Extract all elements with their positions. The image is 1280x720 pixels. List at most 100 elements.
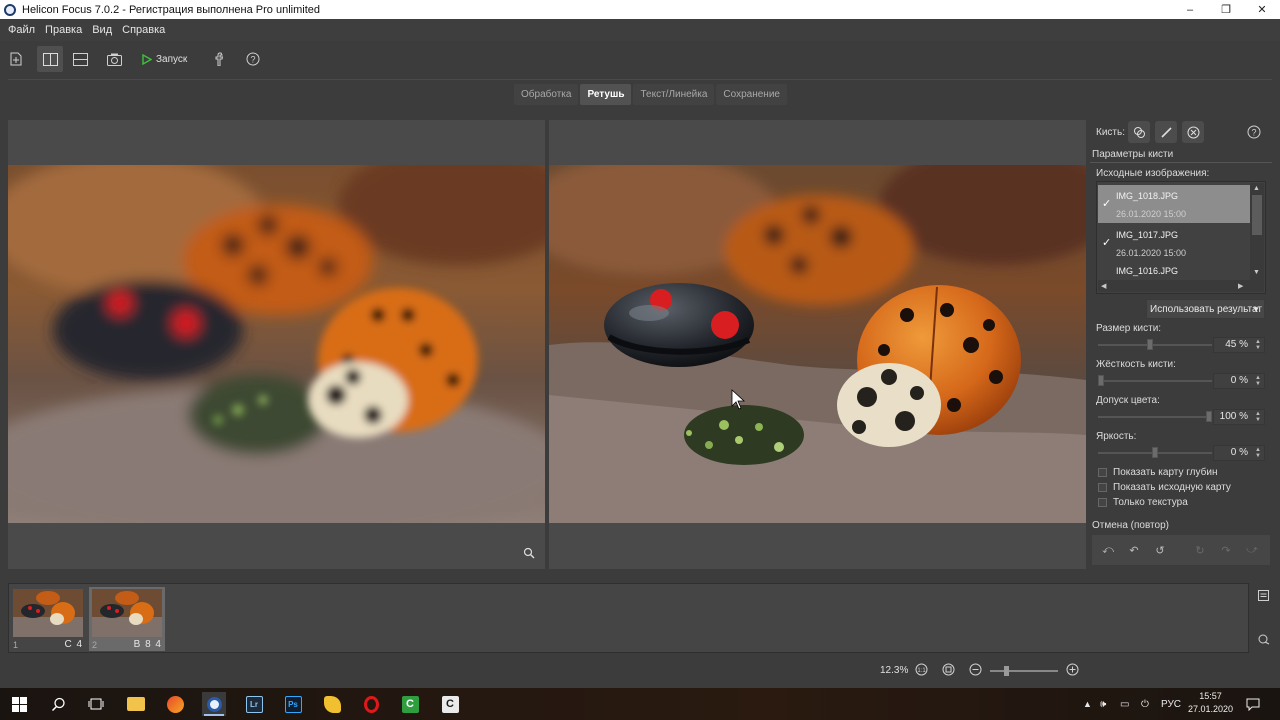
brush-hardness-value[interactable]: 0 % ▲ ▼ [1213,373,1265,389]
retouch-brush-icon[interactable] [1155,121,1177,143]
opera-icon[interactable] [359,692,383,716]
check-icon[interactable]: ✓ [1102,197,1111,210]
export-icon[interactable] [1257,634,1270,648]
svg-text:1:1: 1:1 [917,668,926,674]
camera-icon[interactable] [101,46,127,72]
clock-time: 15:57 [1199,691,1222,701]
notifications-icon[interactable] [1246,688,1260,720]
source-images-heading: Исходные изображения: [1096,168,1210,179]
scroll-thumb[interactable] [1252,195,1262,235]
scroll-right-icon[interactable]: ▶ [1238,282,1243,290]
list-item[interactable]: ✓ IMG_1018.JPG 26.01.2020 15:00 [1098,185,1250,223]
clock[interactable]: 15:57 27.01.2020 [1188,690,1233,716]
run-label: Запуск [156,53,188,65]
color-tolerance-value[interactable]: 100 % ▲ ▼ [1213,409,1265,425]
scroll-up-icon[interactable]: ▲ [1253,185,1260,192]
undo-step-icon[interactable]: ↶ [1124,540,1144,560]
brush-hardness-label: Жёсткость кисти: [1096,359,1176,370]
menu-help[interactable]: Справка [117,24,170,36]
helicon-focus-taskbar-icon[interactable] [202,692,226,716]
menu-view[interactable]: Вид [87,24,117,36]
lightroom-icon[interactable]: Lr [242,692,266,716]
thumb-image [13,589,83,637]
toolbar-divider [8,79,1272,80]
battery-icon[interactable]: ⏻ [1141,688,1149,720]
tab-processing[interactable]: Обработка [514,84,579,105]
zoom-fit-icon[interactable] [523,547,535,562]
undo-icon[interactable]: ↺ [1150,540,1170,560]
source-images-list[interactable]: ✓ IMG_1018.JPG 26.01.2020 15:00 ✓ IMG_10… [1096,181,1266,294]
tab-text-ruler[interactable]: Текст/Линейка [633,84,715,105]
texture-only-checkbox[interactable]: Только текстура [1098,496,1188,509]
windows-start-icon[interactable] [7,692,31,716]
zoom-in-icon[interactable] [1065,662,1079,676]
brightness-label: Яркость: [1096,431,1137,442]
close-button[interactable]: ✕ [1244,0,1280,19]
redo-step-icon: ↷ [1221,544,1231,557]
menu-file[interactable]: Файл [3,24,40,36]
browser-icon[interactable] [163,692,187,716]
scroll-down-icon[interactable]: ▼ [1253,269,1260,276]
source-image-panel[interactable] [8,120,545,569]
section-divider [1090,162,1272,163]
list-item[interactable]: IMG_1016.JPG [1098,263,1250,279]
run-button[interactable]: Запуск [142,50,187,68]
split-view-icon[interactable] [37,46,63,72]
show-source-map-checkbox[interactable]: Показать исходную карту [1098,481,1231,494]
scroll-left-icon[interactable]: ◀ [1101,282,1106,290]
language-indicator[interactable]: РУС [1161,688,1181,720]
help-icon[interactable]: ? [240,46,266,72]
tray-chevron-icon[interactable]: ▲ [1083,688,1092,720]
zoom-fit-window-icon[interactable] [941,662,955,676]
tab-retouch[interactable]: Ретушь [580,84,632,105]
undo-all-icon[interactable]: ⤺ [1098,540,1118,560]
search-icon[interactable] [46,692,70,716]
redo-icon: ↻ [1195,544,1205,557]
brush-label: Кисть: [1096,127,1125,138]
save-list-icon[interactable] [1258,590,1269,604]
toolbar: Запуск ? [0,41,1280,77]
maximize-button[interactable]: ❐ [1208,0,1244,19]
taskbar: Lr Ps C C ▲ 🕪 ▭ ⏻ РУС 15:57 27.01.2020 [0,688,1280,720]
brightness-slider[interactable] [1098,447,1212,458]
brush-hardness-slider[interactable] [1098,375,1212,386]
show-depth-map-checkbox[interactable]: Показать карту глубин [1098,466,1217,479]
list-item[interactable]: ✓ IMG_1017.JPG 26.01.2020 15:00 [1098,224,1250,262]
use-result-dropdown[interactable]: Использовать результат ▼ [1146,299,1265,319]
zoom-out-icon[interactable] [968,662,982,676]
result-image-panel[interactable] [549,120,1086,569]
result-photo[interactable] [549,165,1086,523]
check-icon[interactable]: ✓ [1102,236,1111,249]
undo-toolbar: ⤺ ↶ ↺ ↻ ↷ ⤻ [1092,535,1270,565]
network-icon[interactable]: ▭ [1120,688,1129,720]
task-view-icon[interactable] [84,692,108,716]
brush-size-slider[interactable] [1098,339,1212,350]
minimize-button[interactable]: – [1172,0,1208,19]
tab-saving[interactable]: Сохранение [716,84,787,105]
filmstrip-thumb[interactable]: 1 C 4 [10,587,86,651]
volume-icon[interactable]: 🕪 [1100,688,1106,720]
brightness-value[interactable]: 0 % ▲ ▼ [1213,445,1265,461]
list-horizontal-scrollbar[interactable]: ◀ ▶ [1098,280,1264,292]
eraser-brush-icon[interactable] [1182,121,1204,143]
file-explorer-icon[interactable] [124,692,148,716]
clone-brush-icon[interactable] [1128,121,1150,143]
camtasia-recorder-icon[interactable]: C [438,692,462,716]
new-file-icon[interactable] [3,46,29,72]
chevron-down-icon: ▼ [1252,305,1260,314]
brush-size-value[interactable]: 45 % ▲ ▼ [1213,337,1265,353]
paint-icon[interactable] [320,692,344,716]
list-vertical-scrollbar[interactable]: ▲ ▼ [1250,183,1264,280]
photoshop-icon[interactable]: Ps [281,692,305,716]
side-help-icon[interactable]: ? [1243,121,1265,143]
filmstrip: 1 C 4 2 B 8 4 [8,583,1249,653]
camtasia-icon[interactable]: C [398,692,422,716]
zoom-slider[interactable] [990,666,1058,676]
horizontal-split-icon[interactable] [67,46,93,72]
menu-edit[interactable]: Правка [40,24,87,36]
color-tolerance-slider[interactable] [1098,411,1212,422]
zoom-actual-icon[interactable]: 1:1 [914,662,928,676]
source-photo[interactable] [8,165,545,523]
filmstrip-thumb[interactable]: 2 B 8 4 [89,587,165,651]
facebook-icon[interactable] [206,46,232,72]
